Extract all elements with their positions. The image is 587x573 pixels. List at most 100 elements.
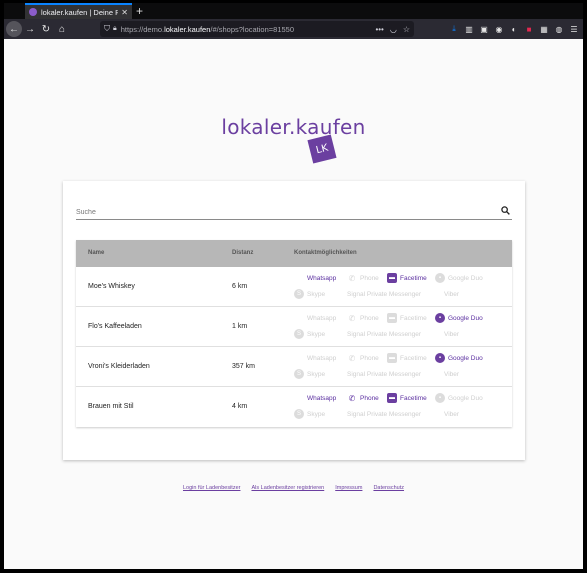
footer-links: Login für Ladenbesitzer Als Ladenbesitze… xyxy=(4,485,583,491)
facetime-icon: ▬ xyxy=(387,273,397,283)
contact-label: Skype xyxy=(307,330,326,338)
contact-label: Skype xyxy=(307,370,326,378)
footer-link-login[interactable]: Login für Ladenbesitzer xyxy=(183,485,240,491)
contact-label: Signal Private Messenger xyxy=(347,290,422,298)
contact-skype: S Skype xyxy=(294,329,325,339)
more-icon[interactable]: ••• xyxy=(375,25,383,34)
extension-globe-icon[interactable]: ◍ xyxy=(554,22,564,36)
contact-options: ✆ Whatsapp ✆ Phone ▬ Facetime ▪ Google Duo S Skyp… xyxy=(294,271,504,305)
contact-label: Facetime xyxy=(400,274,427,282)
contact-signal: ○ Signal Private Messenger xyxy=(334,329,421,339)
contact-facetime[interactable]: ▬ Facetime xyxy=(387,393,427,403)
contact-facetime: ▬ Facetime xyxy=(387,313,427,323)
contact-label: Whatsapp xyxy=(307,274,337,282)
phone-icon: ✆ xyxy=(348,393,356,403)
sidebar-icon[interactable]: ▣ xyxy=(479,22,489,36)
tab-bar: lokaler.kaufen | Deine Pl... ✕ + xyxy=(4,3,583,19)
extension-icon[interactable]: ◐ xyxy=(509,22,519,36)
close-tab-icon[interactable]: ✕ xyxy=(121,8,128,17)
contact-whatsapp: ✆ Whatsapp xyxy=(294,313,336,323)
new-tab-icon[interactable]: + xyxy=(136,4,143,18)
phone-icon: ✆ xyxy=(348,273,356,283)
contact-label: Viber xyxy=(444,370,460,378)
back-icon[interactable]: ← xyxy=(6,21,22,37)
contact-phone: ✆ Phone xyxy=(347,273,379,283)
facetime-icon: ▬ xyxy=(387,393,397,403)
shop-table: Name Distanz Kontaktmöglichkeiten Moe's … xyxy=(76,240,512,427)
download-icon[interactable]: ⤓ xyxy=(449,22,459,36)
extension-red-icon[interactable]: ■ xyxy=(524,22,534,36)
shop-distance: 4 km xyxy=(232,403,248,410)
skype-icon: S xyxy=(294,369,304,379)
logo-text: LK xyxy=(314,142,330,156)
viber-icon: ✆ xyxy=(431,329,441,339)
contact-label: Facetime xyxy=(400,354,427,362)
extension-grid-icon[interactable]: ▦ xyxy=(539,22,549,36)
search-input[interactable] xyxy=(76,209,496,216)
contact-label: Whatsapp xyxy=(307,314,337,322)
contact-label: Phone xyxy=(360,314,379,322)
shop-name: Moe's Whiskey xyxy=(88,283,135,290)
viber-icon: ✆ xyxy=(431,409,441,419)
signal-icon: ○ xyxy=(334,369,344,379)
contact-label: Signal Private Messenger xyxy=(347,370,422,378)
reload-icon[interactable]: ↻ xyxy=(38,21,54,37)
lock-icon: 🔒︎ xyxy=(113,25,117,32)
contact-label: Whatsapp xyxy=(307,394,337,402)
bookmark-star-icon[interactable]: ☆ xyxy=(403,25,410,34)
contact-facetime[interactable]: ▬ Facetime xyxy=(387,273,427,283)
tab-title: lokaler.kaufen | Deine Pl... xyxy=(41,7,119,17)
whatsapp-icon: ✆ xyxy=(294,353,304,363)
contact-google-duo[interactable]: ▪ Google Duo xyxy=(435,313,483,323)
library-icon[interactable]: ▥ xyxy=(464,22,474,36)
contact-label: Google Duo xyxy=(448,274,483,282)
contact-signal: ○ Signal Private Messenger xyxy=(334,289,421,299)
contact-label: Viber xyxy=(444,290,460,298)
contact-google-duo[interactable]: ▪ Google Duo xyxy=(435,353,483,363)
contact-signal: ○ Signal Private Messenger xyxy=(334,369,421,379)
table-row[interactable]: Moe's Whiskey 6 km ✆ Whatsapp ✆ Phone ▬ Facetim… xyxy=(76,267,512,307)
browser-tab[interactable]: lokaler.kaufen | Deine Pl... ✕ xyxy=(25,3,132,19)
contact-label: Phone xyxy=(360,394,379,402)
shop-distance: 357 km xyxy=(232,363,255,370)
contact-label: Google Duo xyxy=(448,394,483,402)
footer-link-register[interactable]: Als Ladenbesitzer registrieren xyxy=(251,485,324,491)
table-row[interactable]: Flo's Kaffeeladen 1 km ✆ Whatsapp ✆ Phone ▬ Fac… xyxy=(76,307,512,347)
browser-window: lokaler.kaufen | Deine Pl... ✕ + ← → ↻ ⌂… xyxy=(4,3,583,569)
table-row[interactable]: Vroni's Kleiderladen 357 km ✆ Whatsapp ✆ Phon… xyxy=(76,347,512,387)
contact-skype: S Skype xyxy=(294,369,325,379)
footer-link-impressum[interactable]: Impressum xyxy=(335,485,362,491)
google-duo-icon: ▪ xyxy=(435,313,445,323)
contact-phone[interactable]: ✆ Phone xyxy=(347,393,379,403)
shop-distance: 6 km xyxy=(232,283,248,290)
shop-name: Flo's Kaffeeladen xyxy=(88,323,142,330)
forward-icon[interactable]: → xyxy=(22,21,38,37)
facetime-icon: ▬ xyxy=(387,313,397,323)
google-duo-icon: ▪ xyxy=(435,353,445,363)
contact-google-duo: ▪ Google Duo xyxy=(435,273,483,283)
search-icon[interactable] xyxy=(501,206,510,215)
contact-whatsapp[interactable]: ✆ Whatsapp xyxy=(294,273,336,283)
whatsapp-icon: ✆ xyxy=(294,313,304,323)
footer-link-datenschutz[interactable]: Datenschutz xyxy=(373,485,404,491)
page-content: lokaler.kaufen LK Name Distanz Kontaktmö… xyxy=(4,39,583,569)
contact-viber: ✆ Viber xyxy=(431,369,459,379)
contact-facetime: ▬ Facetime xyxy=(387,353,427,363)
contact-label: Skype xyxy=(307,290,326,298)
search-field xyxy=(76,203,512,220)
signal-icon: ○ xyxy=(334,289,344,299)
pocket-icon[interactable]: ◡ xyxy=(390,25,397,34)
table-row[interactable]: Brauen mit Stil 4 km ✆ Whatsapp ✆ Phone ▬ Facet… xyxy=(76,387,512,427)
account-icon[interactable]: ◉ xyxy=(494,22,504,36)
favicon-icon xyxy=(29,8,37,16)
facetime-icon: ▬ xyxy=(387,353,397,363)
google-duo-icon: ▪ xyxy=(435,393,445,403)
contact-options: ✆ Whatsapp ✆ Phone ▬ Facetime ▪ Google Duo S Skyp… xyxy=(294,351,504,385)
home-icon[interactable]: ⌂ xyxy=(54,21,70,37)
navigation-bar: ← → ↻ ⌂ ⛉ 🔒︎ https://demo.lokaler.kaufen… xyxy=(4,19,583,39)
contact-whatsapp[interactable]: ✆ Whatsapp xyxy=(294,393,336,403)
table-body: Moe's Whiskey 6 km ✆ Whatsapp ✆ Phone ▬ Facetim… xyxy=(76,267,512,427)
url-bar[interactable]: ⛉ 🔒︎ https://demo.lokaler.kaufen/#/shops… xyxy=(100,21,414,37)
menu-icon[interactable]: ☰ xyxy=(569,22,579,36)
phone-icon: ✆ xyxy=(348,313,356,323)
